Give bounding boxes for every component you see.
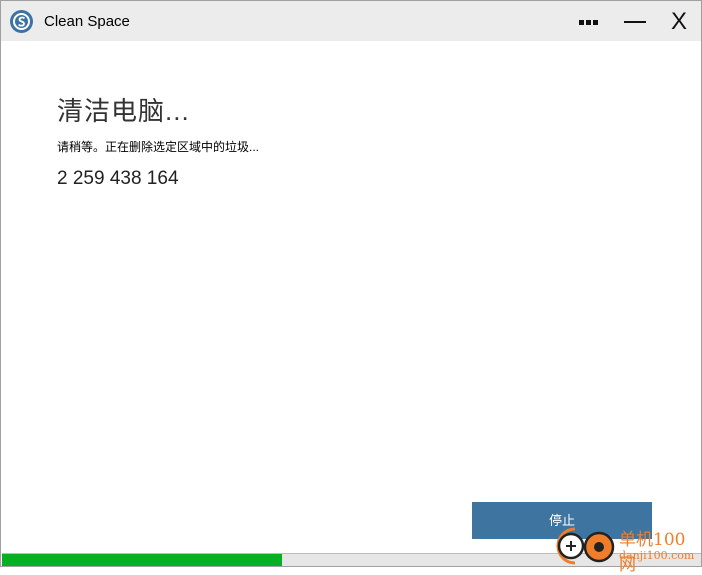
status-text: 请稍等。正在删除选定区域中的垃圾... xyxy=(57,140,260,154)
title-bar: Clean Space X xyxy=(1,1,701,41)
more-options-button[interactable] xyxy=(570,7,606,37)
clean-space-logo-icon xyxy=(10,10,33,33)
progress-fill xyxy=(2,554,282,566)
more-dots-icon xyxy=(586,20,591,25)
app-window: Clean Space X 清洁电脑... 请稍等。正在删除选定区域中的垃圾..… xyxy=(0,0,702,567)
close-button[interactable]: X xyxy=(661,7,697,37)
more-dots-icon xyxy=(579,20,584,25)
more-dots-icon xyxy=(593,20,598,25)
app-title: Clean Space xyxy=(44,13,130,30)
minimize-button[interactable] xyxy=(616,7,652,37)
watermark: 单机100网 danji100.com xyxy=(553,525,702,575)
bytes-counter: 2 259 438 164 xyxy=(57,168,179,189)
watermark-url: danji100.com xyxy=(619,549,695,562)
watermark-logo-icon xyxy=(556,527,615,565)
minimize-icon xyxy=(624,21,646,23)
page-heading: 清洁电脑... xyxy=(57,96,190,126)
